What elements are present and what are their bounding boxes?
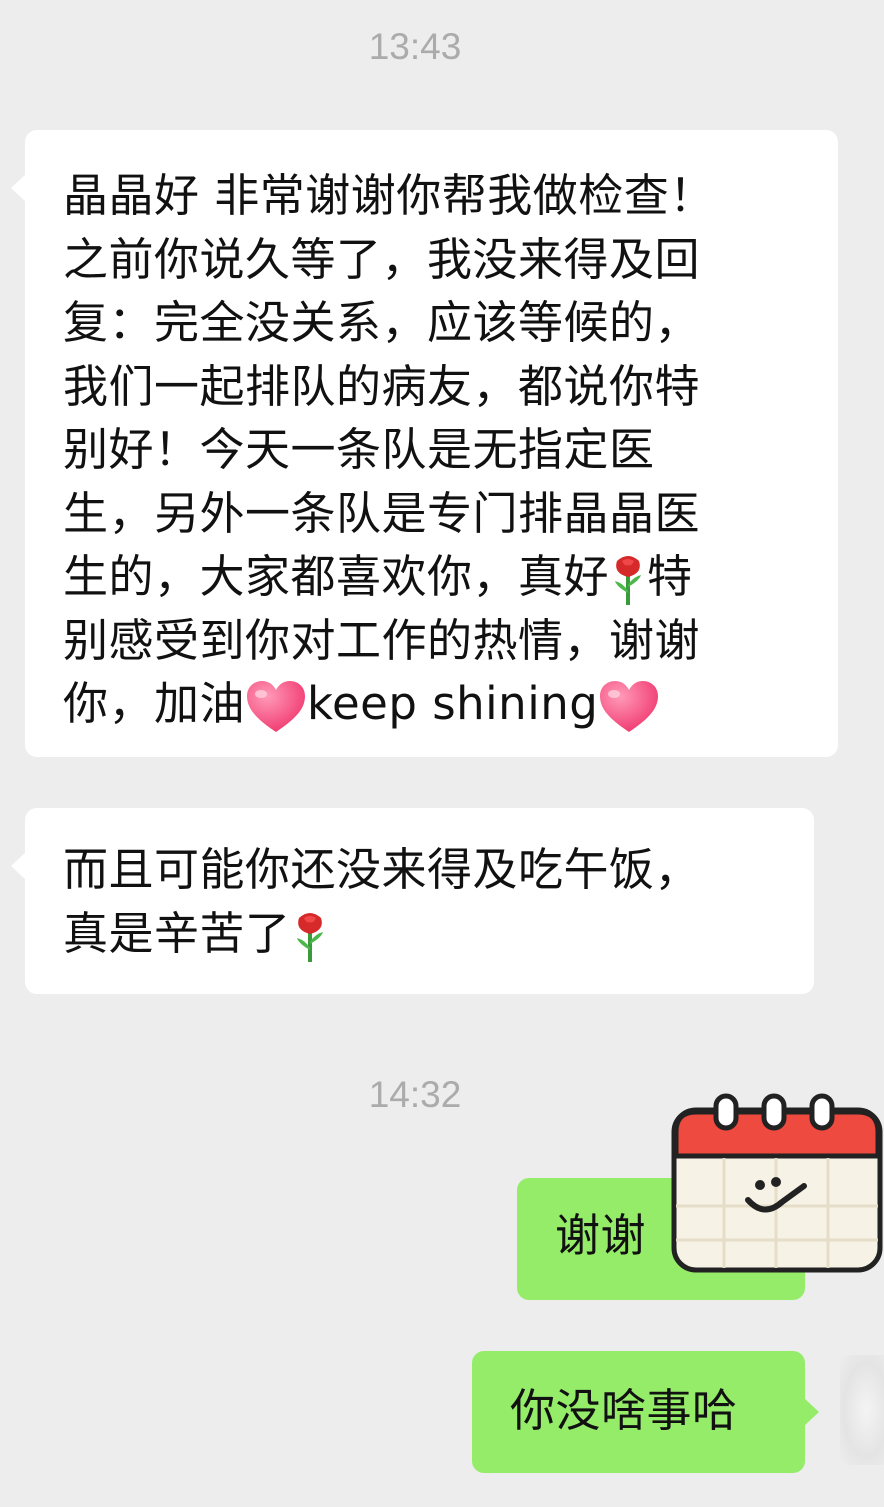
rose-emoji-icon: [296, 912, 323, 962]
received-message-bubble[interactable]: 而且可能你还没来得及吃午饭， 真是辛苦了: [11, 808, 814, 994]
timestamp: 13:43: [368, 26, 462, 67]
message-text-segment: 复：完全没关系，应该等候的，: [63, 296, 701, 349]
sent-message-bubble[interactable]: 你没啥事哈: [472, 1351, 819, 1473]
message-text-segment: 而且可能你还没来得及吃午饭，: [63, 843, 701, 896]
message-text-segment: 别感受到你对工作的热情，谢谢: [63, 613, 701, 667]
avatar[interactable]: [840, 1355, 884, 1465]
heart-emoji-icon: [247, 681, 306, 732]
message-line: 别好！今天一条队是无指定医: [63, 418, 818, 482]
message-text-segment: 之前你说久等了，我没来得及回: [63, 232, 701, 286]
message-text-segment: 我们一起排队的病友，都说你特: [63, 359, 701, 413]
message-text: 而且可能你还没来得及吃午饭， 真是辛苦了: [63, 838, 794, 965]
message-text: 你没啥事哈: [510, 1379, 785, 1443]
message-text: 晶晶好 非常谢谢你帮我做检查！ 之前你说久等了，我没来得及回 复：完全没关系，应该等…: [63, 164, 818, 736]
received-message-bubble[interactable]: 晶晶好 非常谢谢你帮我做检查！ 之前你说久等了，我没来得及回 复：完全没关系，应该等…: [11, 130, 838, 757]
message-line: 别感受到你对工作的热情，谢谢: [63, 609, 818, 673]
message-text-segment: 你，加油: [63, 677, 246, 730]
message-line: 你，加油 keep shining: [63, 672, 818, 736]
message-text-segment: 谢谢: [555, 1209, 647, 1262]
heart-emoji-icon: [600, 681, 659, 732]
message-line: 生的，大家都喜欢你，真好特: [63, 545, 818, 609]
message-text-segment: 真是辛苦了: [63, 906, 291, 960]
calendar-smile-sticker-icon[interactable]: [668, 1090, 884, 1280]
message-text-segment: 别好！今天一条队是无指定医: [63, 423, 655, 476]
message-line: 晶晶好 非常谢谢你帮我做检查！: [63, 164, 818, 228]
message-line: 生，另外一条队是专门排晶晶医: [63, 482, 818, 546]
message-text-segment: 你没啥事哈: [510, 1384, 738, 1437]
message-text-segment: 生的，大家都喜欢你，真好: [63, 550, 610, 603]
message-text-segment: 生，另外一条队是专门排晶晶医: [63, 486, 701, 540]
rose-emoji-icon: [615, 556, 642, 605]
message-line: 你没啥事哈: [510, 1379, 785, 1443]
message-line: 真是辛苦了: [63, 902, 794, 966]
message-line: 之前你说久等了，我没来得及回: [63, 228, 818, 292]
message-line: 复：完全没关系，应该等候的，: [63, 291, 818, 355]
message-text-segment: 特: [647, 550, 693, 603]
message-text-segment: keep shining: [307, 677, 599, 730]
message-text-segment: 晶晶好 非常谢谢你帮我做检查！: [63, 169, 715, 222]
message-line: 而且可能你还没来得及吃午饭，: [63, 838, 794, 902]
message-line: 我们一起排队的病友，都说你特: [63, 355, 818, 419]
